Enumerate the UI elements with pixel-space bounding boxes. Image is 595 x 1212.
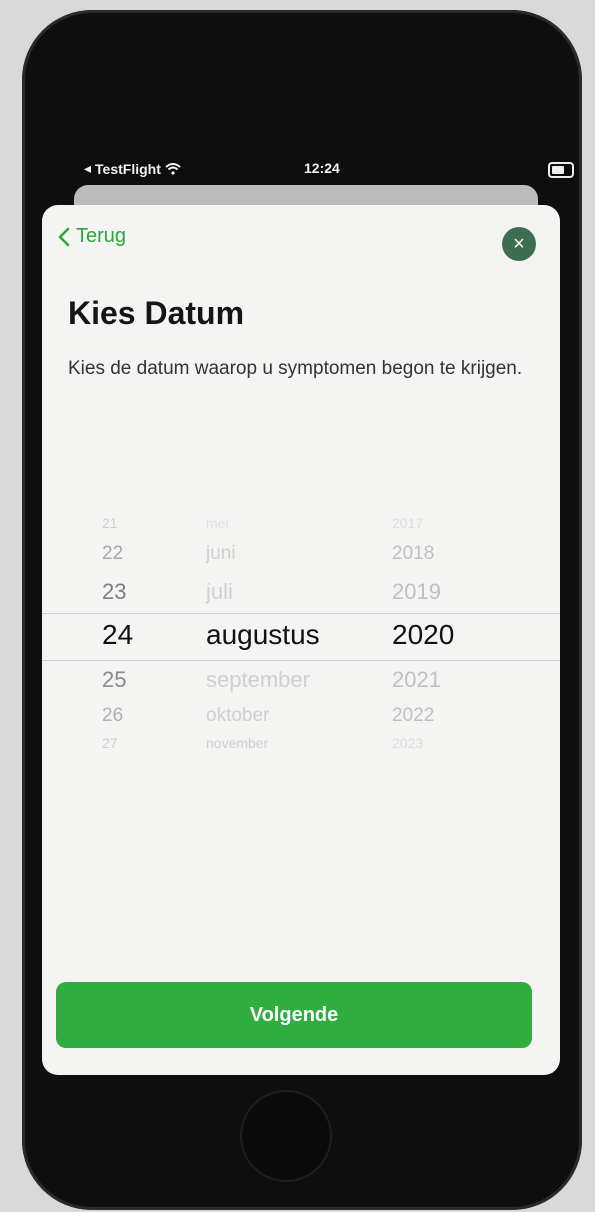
month-option[interactable]: mei	[206, 515, 229, 531]
status-time: 12:24	[304, 160, 340, 176]
year-option[interactable]: 2021	[392, 667, 441, 693]
month-wheel[interactable]: mei juni juli augustus september oktober…	[206, 505, 406, 755]
chevron-left-icon	[58, 227, 70, 246]
day-option[interactable]: 25	[102, 667, 126, 693]
back-button[interactable]: Terug	[58, 225, 126, 248]
back-arrow-icon: ◂	[84, 160, 92, 176]
month-option[interactable]: oktober	[206, 705, 269, 727]
battery-icon	[548, 162, 574, 178]
day-option-selected[interactable]: 24	[102, 619, 133, 651]
day-option[interactable]: 27	[102, 735, 118, 751]
year-option[interactable]: 2019	[392, 579, 441, 605]
home-button[interactable]	[240, 1090, 332, 1182]
day-option[interactable]: 26	[102, 705, 123, 727]
day-option[interactable]: 23	[102, 579, 126, 605]
page-subtitle: Kies de datum waarop u symptomen begon t…	[68, 358, 523, 379]
wifi-icon	[165, 162, 181, 175]
month-option[interactable]: juni	[206, 543, 236, 565]
month-option[interactable]: juli	[206, 579, 233, 605]
year-option[interactable]: 2018	[392, 543, 434, 565]
day-wheel[interactable]: 21 22 23 24 25 26 27	[102, 505, 162, 755]
back-button-label: Terug	[76, 225, 127, 247]
back-app-label: TestFlight	[95, 160, 161, 177]
day-option[interactable]: 21	[102, 515, 118, 531]
year-option-selected[interactable]: 2020	[392, 619, 454, 651]
date-picker-screen: Terug × Kies Datum Kies de datum waarop …	[42, 205, 560, 1075]
month-option[interactable]: september	[206, 667, 310, 693]
year-option[interactable]: 2023	[392, 735, 423, 751]
close-button[interactable]: ×	[502, 227, 536, 261]
year-option[interactable]: 2022	[392, 705, 434, 727]
year-wheel[interactable]: 2017 2018 2019 2020 2021 2022 2023	[392, 505, 512, 755]
page-title: Kies Datum	[68, 295, 245, 331]
month-option[interactable]: november	[206, 735, 268, 751]
status-back-app[interactable]: ◂ TestFlight	[84, 160, 181, 177]
year-option[interactable]: 2017	[392, 515, 423, 531]
close-icon: ×	[513, 233, 525, 255]
date-wheel-picker[interactable]: 21 22 23 24 25 26 27 mei juni juli augus…	[42, 505, 560, 755]
day-option[interactable]: 22	[102, 543, 123, 565]
month-option-selected[interactable]: augustus	[206, 619, 320, 651]
status-bar: ◂ TestFlight 12:24	[84, 160, 584, 184]
next-button[interactable]: Volgende	[56, 982, 532, 1048]
